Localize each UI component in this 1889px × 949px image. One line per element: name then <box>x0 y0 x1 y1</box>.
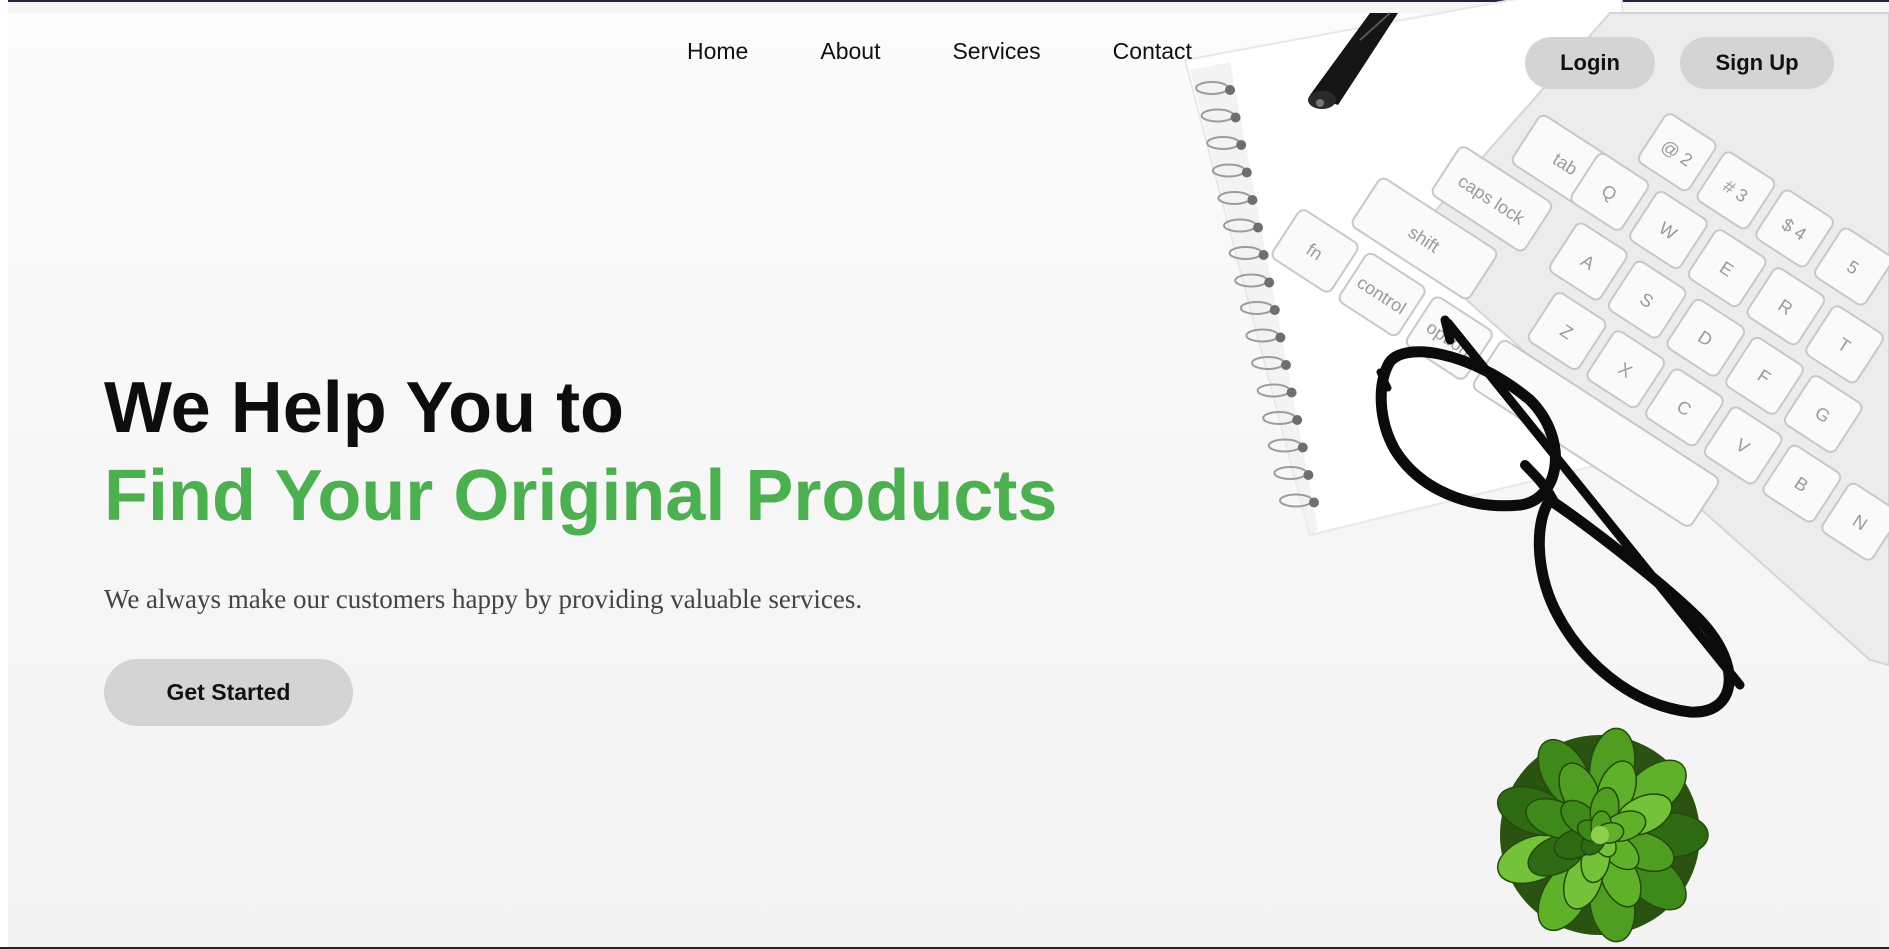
nav-link-home[interactable]: Home <box>687 38 748 65</box>
get-started-button[interactable]: Get Started <box>104 659 353 726</box>
hero-title: We Help You to <box>104 368 625 448</box>
auth-buttons: Login Sign Up <box>1525 37 1834 89</box>
page-left-edge <box>0 0 8 949</box>
main-nav: Home About Services Contact <box>687 38 1192 65</box>
hero-title-highlight: Find Your Original Products <box>104 456 1058 536</box>
signup-button[interactable]: Sign Up <box>1680 37 1834 89</box>
hero-section: We Help You to Find Your Original Produc… <box>104 364 1057 726</box>
login-button[interactable]: Login <box>1525 37 1655 89</box>
nav-link-about[interactable]: About <box>820 38 880 65</box>
top-border <box>0 0 1889 2</box>
hero-subtitle: We always make our customers happy by pr… <box>104 584 863 614</box>
nav-link-services[interactable]: Services <box>952 38 1040 65</box>
nav-link-contact[interactable]: Contact <box>1113 38 1192 65</box>
